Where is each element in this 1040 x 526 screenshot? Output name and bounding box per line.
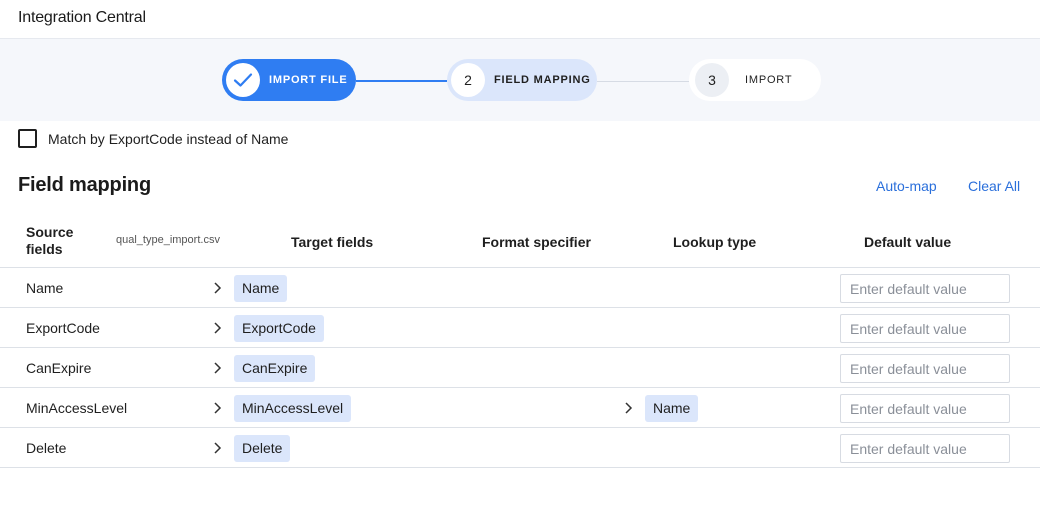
table-row: MinAccessLevel MinAccessLevel Name	[0, 388, 1040, 428]
source-file-name: qual_type_import.csv	[116, 234, 220, 246]
step-label: FIELD MAPPING	[494, 74, 591, 86]
default-value-input[interactable]	[840, 314, 1010, 343]
match-checkbox[interactable]	[18, 129, 37, 148]
default-value-input[interactable]	[840, 274, 1010, 303]
source-field: CanExpire	[26, 360, 92, 376]
stepper-connector-pending	[597, 81, 689, 82]
source-field: MinAccessLevel	[26, 400, 128, 416]
step-number: 3	[695, 63, 729, 97]
section-title: Field mapping	[18, 174, 151, 196]
default-value-input[interactable]	[840, 434, 1010, 463]
column-header-source: Source fields	[26, 224, 74, 257]
table-row: ExportCode ExportCode	[0, 308, 1040, 348]
target-field-chip[interactable]: Delete	[234, 435, 291, 462]
table-row: Delete Delete	[0, 428, 1040, 468]
app-title: Integration Central	[18, 9, 146, 26]
column-header-lookup: Lookup type	[673, 234, 757, 250]
match-option[interactable]: Match by ExportCode instead of Name	[18, 129, 288, 148]
table-row: CanExpire CanExpire	[0, 348, 1040, 388]
clear-all-button[interactable]: Clear All	[968, 178, 1020, 194]
check-icon	[226, 63, 260, 97]
source-field: ExportCode	[26, 320, 100, 336]
chevron-right-icon[interactable]	[211, 441, 223, 455]
match-label: Match by ExportCode instead of Name	[48, 130, 289, 147]
target-field-chip[interactable]: MinAccessLevel	[234, 395, 352, 422]
target-field-chip[interactable]: ExportCode	[234, 315, 324, 342]
lookup-type-chip[interactable]: Name	[645, 395, 699, 422]
source-field: Delete	[26, 440, 67, 456]
target-field-chip[interactable]: CanExpire	[234, 355, 316, 382]
step-import[interactable]: 3 IMPORT	[689, 59, 821, 101]
column-header-default: Default value	[864, 234, 952, 250]
step-label: IMPORT	[745, 74, 793, 86]
table-row: Name Name	[0, 268, 1040, 308]
step-number: 2	[451, 63, 485, 97]
target-field-chip[interactable]: Name	[234, 275, 288, 302]
default-value-input[interactable]	[840, 394, 1010, 423]
default-value-input[interactable]	[840, 354, 1010, 383]
stepper-connector-complete	[356, 80, 447, 82]
chevron-right-icon[interactable]	[211, 401, 223, 415]
chevron-right-icon[interactable]	[211, 321, 223, 335]
step-field-mapping[interactable]: 2 FIELD MAPPING	[447, 59, 597, 101]
column-header-target: Target fields	[291, 234, 374, 250]
step-import-file[interactable]: IMPORT FILE	[222, 59, 356, 101]
source-field: Name	[26, 280, 64, 296]
auto-map-button[interactable]: Auto-map	[876, 178, 937, 194]
chevron-right-icon[interactable]	[211, 361, 223, 375]
step-label: IMPORT FILE	[269, 74, 348, 86]
chevron-right-icon[interactable]	[622, 401, 634, 415]
column-header-format: Format specifier	[482, 234, 591, 250]
stepper: IMPORT FILE 2 FIELD MAPPING 3 IMPORT	[0, 39, 1040, 121]
row-divider	[0, 467, 1040, 468]
chevron-right-icon[interactable]	[211, 281, 223, 295]
